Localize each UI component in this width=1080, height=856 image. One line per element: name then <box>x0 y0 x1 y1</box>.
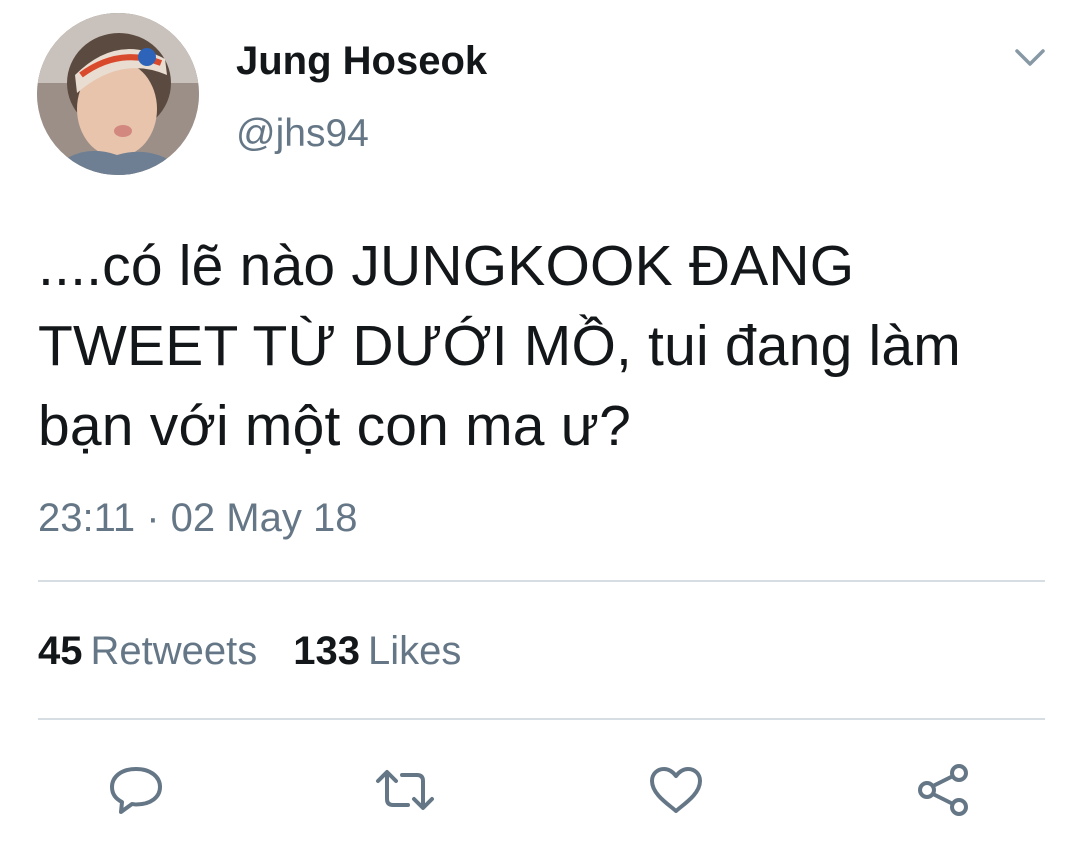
likes-stat[interactable]: 133 Likes <box>293 627 461 675</box>
likes-count: 133 <box>293 629 360 673</box>
tweet-timestamp[interactable]: 23:11 · 02 May 18 <box>38 494 357 542</box>
share-icon <box>915 762 973 818</box>
divider <box>38 718 1045 720</box>
avatar[interactable] <box>37 13 199 175</box>
chevron-down-icon[interactable] <box>1010 42 1050 72</box>
reply-button[interactable] <box>106 762 166 818</box>
retweet-icon <box>374 765 436 815</box>
tweet-text: ....có lẽ nào JUNGKOOK ĐANG TWEET TỪ DƯỚ… <box>38 234 961 458</box>
retweet-button[interactable] <box>375 762 435 818</box>
divider <box>38 580 1045 582</box>
user-handle[interactable]: @jhs94 <box>236 111 369 157</box>
like-icon <box>647 764 705 816</box>
retweets-stat[interactable]: 45 Retweets <box>38 627 257 675</box>
retweets-count: 45 <box>38 629 83 673</box>
share-button[interactable] <box>914 762 974 818</box>
likes-label: Likes <box>368 629 462 673</box>
retweets-label: Retweets <box>90 629 258 673</box>
reply-icon <box>107 764 165 816</box>
like-button[interactable] <box>646 762 706 818</box>
display-name[interactable]: Jung Hoseok <box>236 38 487 84</box>
tweet-stats: 45 Retweets 133 Likes <box>38 627 497 675</box>
